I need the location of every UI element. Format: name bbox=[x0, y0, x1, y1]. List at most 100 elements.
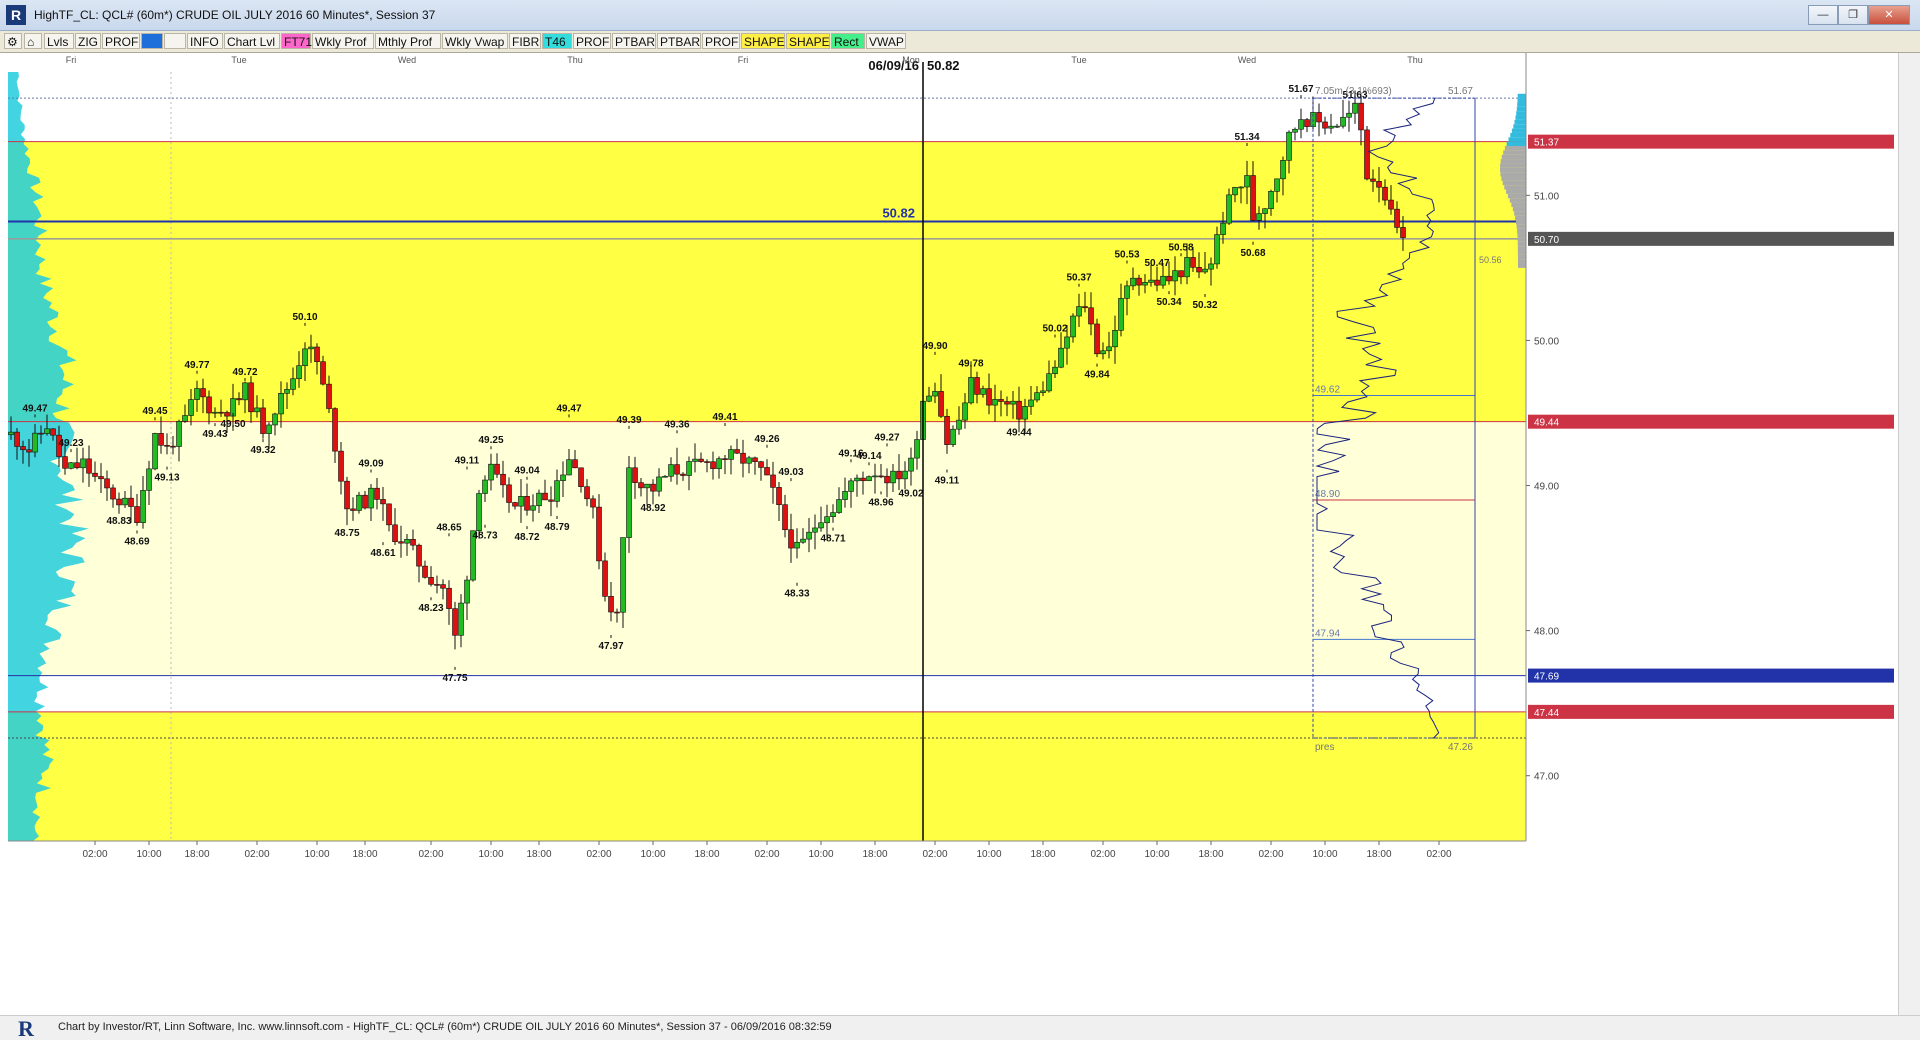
candle-up bbox=[1352, 102, 1358, 114]
zone-band bbox=[8, 711, 1526, 841]
candle-up bbox=[212, 411, 218, 414]
candle-up bbox=[152, 433, 158, 470]
swing-label: 48.96 bbox=[868, 497, 893, 508]
right-profile-bar bbox=[1500, 172, 1526, 177]
candle-down bbox=[62, 456, 68, 469]
right-profile-bar bbox=[1517, 259, 1526, 264]
candle-up bbox=[536, 492, 542, 507]
price-chart[interactable]: 49.47 49.23 48.83 48.69 49.45 49.13 49.77 49.43… bbox=[8, 53, 1898, 1015]
toolbar-button-15[interactable]: PTBAR bbox=[657, 33, 701, 49]
candle-down bbox=[1178, 270, 1184, 278]
toolbar-button-20[interactable]: VWAP bbox=[866, 33, 906, 49]
vertical-scrollbar[interactable] bbox=[1898, 53, 1920, 1015]
toolbar-button-12[interactable]: T46 bbox=[542, 33, 572, 49]
candle-down bbox=[758, 461, 764, 468]
toolbar-button-10[interactable]: Wkly Vwap bbox=[442, 33, 508, 49]
candle-up bbox=[32, 432, 38, 453]
candle-up bbox=[890, 470, 896, 484]
toolbar-button-7[interactable]: FT71 bbox=[281, 33, 312, 49]
swing-label: 50.58 bbox=[1168, 242, 1193, 253]
toolbar-button-18[interactable]: SHAPE bbox=[786, 33, 830, 49]
candle-down bbox=[50, 428, 56, 436]
candle-down bbox=[320, 361, 326, 385]
right-profile-bar bbox=[1514, 211, 1526, 216]
toolbar-button-11[interactable]: FIBR bbox=[509, 33, 541, 49]
time-tick-label: 02:00 bbox=[82, 849, 107, 860]
toolbar-button-2[interactable]: PROF bbox=[102, 33, 140, 49]
swing-label: 49.25 bbox=[478, 435, 503, 446]
price-tick-label: 50.00 bbox=[1534, 336, 1559, 347]
candle-up bbox=[1184, 257, 1190, 278]
maximize-button[interactable]: ❐ bbox=[1838, 5, 1868, 25]
session-header: 7.05m (3.1%693) bbox=[1315, 86, 1392, 97]
toolbar-button-8[interactable]: Wkly Prof bbox=[312, 33, 374, 49]
candle-down bbox=[1094, 323, 1100, 355]
close-button[interactable]: ✕ bbox=[1868, 5, 1910, 25]
time-tick-label: 10:00 bbox=[1312, 849, 1337, 860]
swing-label: 50.10 bbox=[292, 312, 317, 323]
right-profile-bar bbox=[1511, 128, 1526, 133]
right-profile-bar bbox=[1516, 106, 1526, 112]
candle-down bbox=[170, 445, 176, 448]
candle-down bbox=[506, 484, 512, 503]
toolbar: ⚙ ⌂ Lvls ZIG PROF INFO Chart Lvl FT71 Wkly Pro… bbox=[0, 31, 1920, 53]
candle-down bbox=[584, 486, 590, 500]
candle-up bbox=[968, 377, 974, 404]
candle-up bbox=[1076, 306, 1082, 317]
toolbar-button-13[interactable]: PROF bbox=[573, 33, 611, 49]
right-profile-bar bbox=[1514, 119, 1526, 125]
candle-up bbox=[908, 457, 914, 472]
time-axis-bg bbox=[8, 841, 1526, 1015]
toolbar-button-6[interactable]: Chart Lvl bbox=[224, 33, 280, 49]
toolbar-button-0[interactable]: Lvls bbox=[44, 33, 74, 49]
candle-down bbox=[884, 475, 890, 484]
candle-down bbox=[548, 499, 554, 502]
candle-up bbox=[962, 402, 968, 421]
right-profile-bar bbox=[1515, 215, 1526, 220]
minimize-button[interactable]: — bbox=[1808, 5, 1838, 25]
settings-icon[interactable]: ⚙ bbox=[4, 33, 22, 49]
candle-down bbox=[314, 346, 320, 362]
toolbar-button-4[interactable] bbox=[164, 33, 186, 49]
candle-up bbox=[1052, 366, 1058, 375]
candle-up bbox=[626, 467, 632, 538]
crosshair-price-label: 50.82 bbox=[927, 58, 960, 73]
candle-down bbox=[542, 492, 548, 501]
chart-area[interactable]: 49.47 49.23 48.83 48.69 49.45 49.13 49.77 49.43… bbox=[8, 53, 1920, 1015]
right-profile-bar bbox=[1517, 254, 1526, 260]
right-profile-bar bbox=[1509, 198, 1526, 203]
candle-up bbox=[662, 475, 668, 478]
toolbar-button-9[interactable]: Mthly Prof bbox=[375, 33, 441, 49]
time-tick-label: 02:00 bbox=[754, 849, 779, 860]
right-profile-bar bbox=[1515, 115, 1526, 120]
toolbar-button-1[interactable]: ZIG bbox=[75, 33, 101, 49]
candle-down bbox=[1190, 257, 1196, 268]
right-profile-bar bbox=[1517, 98, 1526, 103]
swing-label: 49.39 bbox=[616, 415, 641, 426]
toolbar-button-19[interactable]: Rect bbox=[831, 33, 865, 49]
level-tag bbox=[1528, 134, 1894, 149]
toolbar-button-3[interactable] bbox=[141, 33, 163, 49]
time-tick-label: 02:00 bbox=[1090, 849, 1115, 860]
swing-label: 49.26 bbox=[754, 434, 779, 445]
toolbar-button-16[interactable]: PROF bbox=[702, 33, 740, 49]
swing-label: 48.69 bbox=[124, 536, 149, 547]
toolbar-button-14[interactable]: PTBAR bbox=[612, 33, 656, 49]
candle-down bbox=[332, 408, 338, 452]
candle-up bbox=[1256, 213, 1262, 221]
swing-label: 50.47 bbox=[1144, 258, 1169, 269]
level-price-label: 50.82 bbox=[882, 205, 915, 220]
window-title: HighTF_CL: QCL# (60m*) CRUDE OIL JULY 20… bbox=[34, 8, 436, 22]
time-tick-label: 02:00 bbox=[244, 849, 269, 860]
swing-label: 49.77 bbox=[184, 360, 209, 371]
home-icon[interactable]: ⌂ bbox=[24, 33, 42, 49]
swing-label: 49.27 bbox=[874, 432, 899, 443]
candle-up bbox=[830, 512, 836, 517]
candle-down bbox=[86, 458, 92, 474]
candle-down bbox=[248, 382, 254, 413]
toolbar-button-17[interactable]: SHAPE bbox=[741, 33, 785, 49]
candle-up bbox=[746, 457, 752, 464]
swing-label: 49.47 bbox=[22, 403, 47, 414]
toolbar-button-5[interactable]: INFO bbox=[187, 33, 223, 49]
candle-down bbox=[218, 411, 224, 414]
